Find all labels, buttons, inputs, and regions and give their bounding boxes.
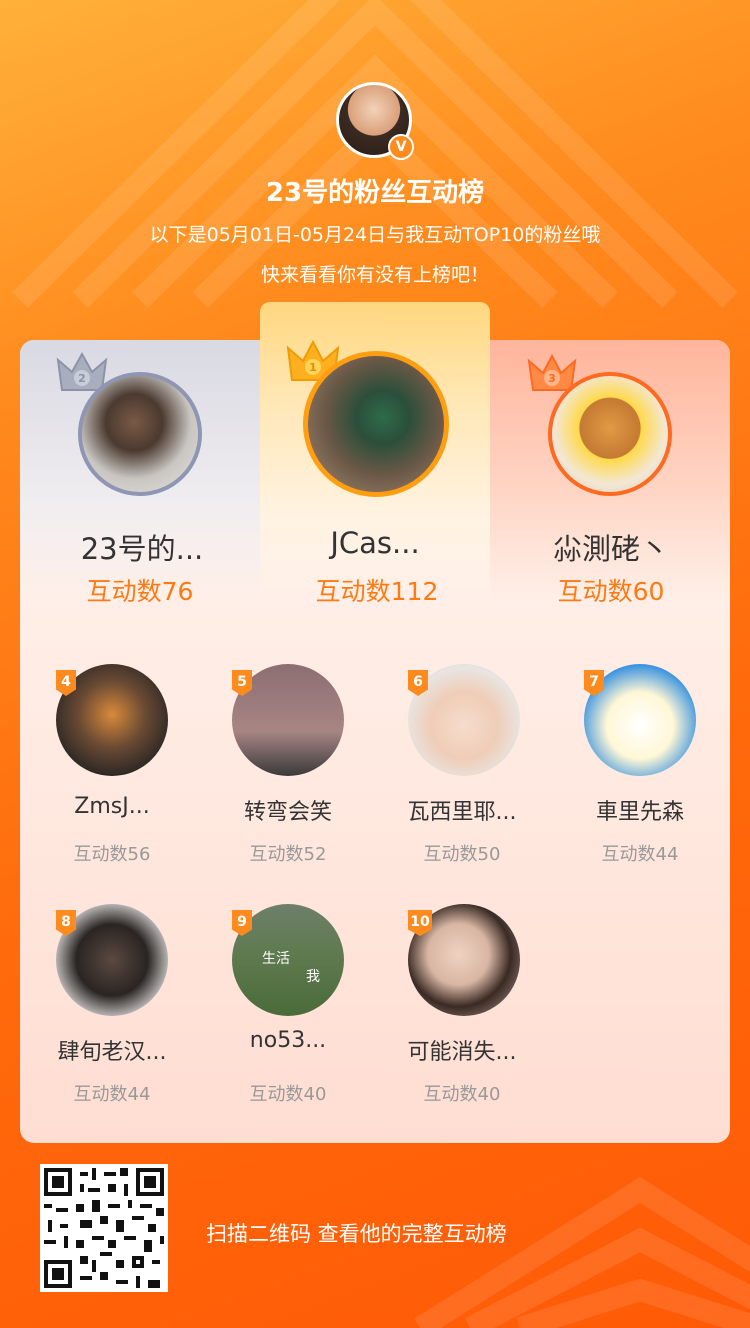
rank-3-avatar[interactable] (548, 372, 672, 496)
fan-8-count: 互动数44 (73, 1084, 151, 1105)
svg-text:3: 3 (548, 372, 556, 385)
rank-2-count: 互动数76 (86, 577, 194, 606)
fan-10-name[interactable]: 可能消失... (387, 1034, 537, 1066)
scan-instruction: 扫描二维码 查看他的完整互动榜 (206, 1222, 507, 1246)
fan-4-name[interactable]: ZmsJ... (37, 794, 187, 819)
svg-text:1: 1 (309, 361, 317, 374)
rank-1-avatar[interactable] (303, 351, 449, 497)
fan-7-count: 互动数44 (601, 844, 679, 865)
fan-10-count: 互动数40 (423, 1084, 501, 1105)
rank-3-name[interactable]: 尛測硓丶 (511, 526, 711, 568)
fan-9-avatar-caption-b: 我 (306, 969, 320, 985)
rank-1-name[interactable]: JCas... (275, 526, 475, 560)
svg-text:2: 2 (78, 372, 86, 385)
fan-9-count: 互动数40 (249, 1084, 327, 1105)
rank-1-count: 互动数112 (315, 577, 439, 606)
fan-9-avatar-caption-a: 生活 (262, 951, 290, 967)
qr-code[interactable] (40, 1164, 168, 1292)
fan-5-count: 互动数52 (249, 844, 327, 865)
fan-6-name[interactable]: 瓦西里耶... (387, 794, 537, 826)
fan-9-name[interactable]: no53... (213, 1028, 363, 1053)
rank-3-count: 互动数60 (557, 577, 665, 606)
page-title: 23号的粉丝互动榜 (265, 178, 485, 208)
fan-5-name[interactable]: 转弯会笑 (213, 794, 363, 826)
fan-8-name[interactable]: 肆旬老汉... (37, 1034, 187, 1066)
verified-badge: V (388, 134, 414, 160)
fan-6-count: 互动数50 (423, 844, 501, 865)
fan-4-count: 互动数56 (73, 844, 151, 865)
subtitle-callout: 快来看看你有没有上榜吧！ (260, 264, 489, 286)
subtitle-date-range: 以下是05月01日-05月24日与我互动TOP10的粉丝哦 (149, 224, 601, 246)
rank-2-name[interactable]: 23号的... (42, 526, 242, 568)
rank-2-avatar[interactable] (78, 372, 202, 496)
fan-7-name[interactable]: 車里先森 (565, 794, 715, 826)
